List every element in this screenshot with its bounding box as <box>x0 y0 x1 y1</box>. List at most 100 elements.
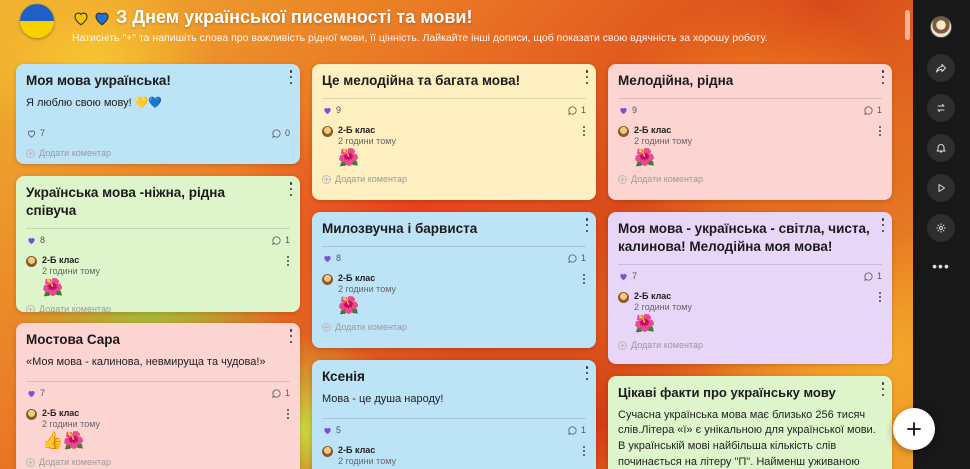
add-comment-label: Додати коментар <box>39 148 111 159</box>
share-arrow-icon <box>936 64 946 73</box>
comment-menu-icon[interactable] <box>878 126 882 137</box>
comment-count: 1 <box>580 425 586 436</box>
comment-count-button[interactable]: 1 <box>271 235 290 246</box>
page-title: З Днем української писемності та мови! <box>116 7 473 27</box>
comment-author: 2-Б клас <box>634 125 672 136</box>
like-count: 7 <box>40 388 46 399</box>
comment-menu-icon[interactable] <box>582 274 586 285</box>
add-comment-label: Додати коментар <box>631 340 703 351</box>
like-button[interactable]: 7 <box>26 128 45 139</box>
post-menu-icon[interactable] <box>583 218 591 232</box>
like-button[interactable]: 9 <box>322 105 341 116</box>
post-menu-icon[interactable] <box>879 382 887 396</box>
ukraine-flag-icon <box>20 4 54 38</box>
post-menu-icon[interactable] <box>879 70 887 84</box>
board-wallpaper: З Днем української писемності та мови! Н… <box>0 0 913 469</box>
post-card[interactable]: Ксенія Мова - це душа народу! 5 1 2-Б кл… <box>312 360 596 469</box>
avatar <box>618 292 629 304</box>
comment-menu-icon[interactable] <box>286 409 290 420</box>
slideshow-button[interactable] <box>927 174 955 202</box>
add-comment-field[interactable]: Додати коментар <box>312 170 596 188</box>
comment-emoji: 🌺 <box>338 296 360 316</box>
comment-count: 1 <box>876 105 882 116</box>
like-count: 7 <box>40 128 46 139</box>
speech-bubble-icon <box>864 106 873 115</box>
post-menu-icon[interactable] <box>583 70 591 84</box>
post-card[interactable]: Моя мова - українська - світла, чиста, к… <box>608 212 892 364</box>
post-card[interactable]: Українська мова -ніжна, рідна співуча 8 … <box>16 176 300 312</box>
like-count: 5 <box>336 425 342 436</box>
board-scrollbar[interactable] <box>905 10 910 40</box>
comment-menu-icon[interactable] <box>878 292 882 303</box>
avatar <box>26 256 37 268</box>
post-card[interactable]: Це мелодійна та багата мова! 9 1 2-Б кла… <box>312 64 596 200</box>
like-button[interactable]: 7 <box>26 388 45 399</box>
post-card[interactable]: Мостова Сара «Моя мова - калинова, невми… <box>16 323 300 469</box>
like-button[interactable]: 8 <box>26 235 45 246</box>
comment-time: 2 години тому <box>634 302 692 313</box>
comment-menu-icon[interactable] <box>582 126 586 137</box>
heart-filled-icon <box>620 107 627 114</box>
heart-outline-icon <box>27 130 36 138</box>
comment-author: 2-Б клас <box>634 291 672 302</box>
bell-icon <box>936 144 946 153</box>
comment: 2-Б клас 2 години тому 🌺 <box>608 287 892 336</box>
notifications-button[interactable] <box>927 134 955 162</box>
comment-header: 2-Б клас 2 години тому <box>322 273 586 294</box>
post-card[interactable]: Моя мова українська! Я люблю свою мову! … <box>16 64 300 164</box>
like-count: 8 <box>40 235 46 246</box>
heart-filled-icon <box>324 427 331 434</box>
post-stats: 8 1 <box>16 229 300 251</box>
comment-count: 1 <box>580 105 586 116</box>
add-comment-field[interactable]: Додати коментар <box>16 144 300 162</box>
post-stats: 7 1 <box>16 382 300 404</box>
remake-button[interactable] <box>927 94 955 122</box>
post-body: Сучасна українська мова має близько 256 … <box>618 408 876 469</box>
add-post-button[interactable] <box>893 408 935 450</box>
post-card[interactable]: Мелодійна, рідна 9 1 2-Б клас 2 години т… <box>608 64 892 200</box>
plus-circle-icon <box>322 322 331 332</box>
comment-time: 2 години тому <box>42 419 100 430</box>
comment-author: 2-Б клас <box>338 125 376 136</box>
post-menu-icon[interactable] <box>287 329 295 343</box>
like-button[interactable]: 5 <box>322 425 341 436</box>
comment-count-button[interactable]: 1 <box>271 388 290 399</box>
comment-count-button[interactable]: 1 <box>567 253 586 264</box>
post-title: Милозвучна і барвиста <box>322 221 478 236</box>
avatar <box>618 126 629 138</box>
comment-emoji: 🌺 <box>42 278 64 298</box>
like-button[interactable]: 7 <box>618 271 637 282</box>
post-stats: 9 1 <box>608 99 892 121</box>
add-comment-field[interactable]: Додати коментар <box>312 318 596 336</box>
post-menu-icon[interactable] <box>287 70 295 84</box>
add-comment-field[interactable]: Додати коментар <box>16 453 300 469</box>
post-stats: 9 1 <box>312 99 596 121</box>
post-menu-icon[interactable] <box>879 218 887 232</box>
post-card[interactable]: Цікаві факти про українську мову Сучасна… <box>608 376 892 469</box>
user-avatar[interactable] <box>930 16 952 38</box>
like-button[interactable]: 8 <box>322 253 341 264</box>
like-button[interactable]: 9 <box>618 105 637 116</box>
post-body: Я люблю свою мову! 💛💙 <box>26 97 163 110</box>
more-options-icon[interactable]: ••• <box>931 258 951 274</box>
add-comment-field[interactable]: Додати коментар <box>608 336 892 354</box>
settings-button[interactable] <box>927 214 955 242</box>
post-menu-icon[interactable] <box>583 366 591 380</box>
comment-author: 2-Б клас <box>42 255 80 266</box>
comment-time: 2 години тому <box>338 284 396 295</box>
comment-count-button[interactable]: 1 <box>567 105 586 116</box>
like-count: 7 <box>632 271 638 282</box>
comment-count-button[interactable]: 1 <box>863 271 882 282</box>
add-comment-field[interactable]: Додати коментар <box>16 300 300 312</box>
comment-count-button[interactable]: 1 <box>863 105 882 116</box>
comment-count-button[interactable]: 0 <box>271 128 290 139</box>
comment-header: 2-Б клас 2 години тому <box>322 125 586 146</box>
share-button[interactable] <box>927 54 955 82</box>
heart-filled-icon <box>324 255 331 262</box>
add-comment-field[interactable]: Додати коментар <box>608 170 892 188</box>
comment-menu-icon[interactable] <box>286 256 290 267</box>
comment-menu-icon[interactable] <box>582 446 586 457</box>
post-menu-icon[interactable] <box>287 182 295 196</box>
post-card[interactable]: Милозвучна і барвиста 8 1 2-Б клас 2 год… <box>312 212 596 348</box>
comment-count-button[interactable]: 1 <box>567 425 586 436</box>
